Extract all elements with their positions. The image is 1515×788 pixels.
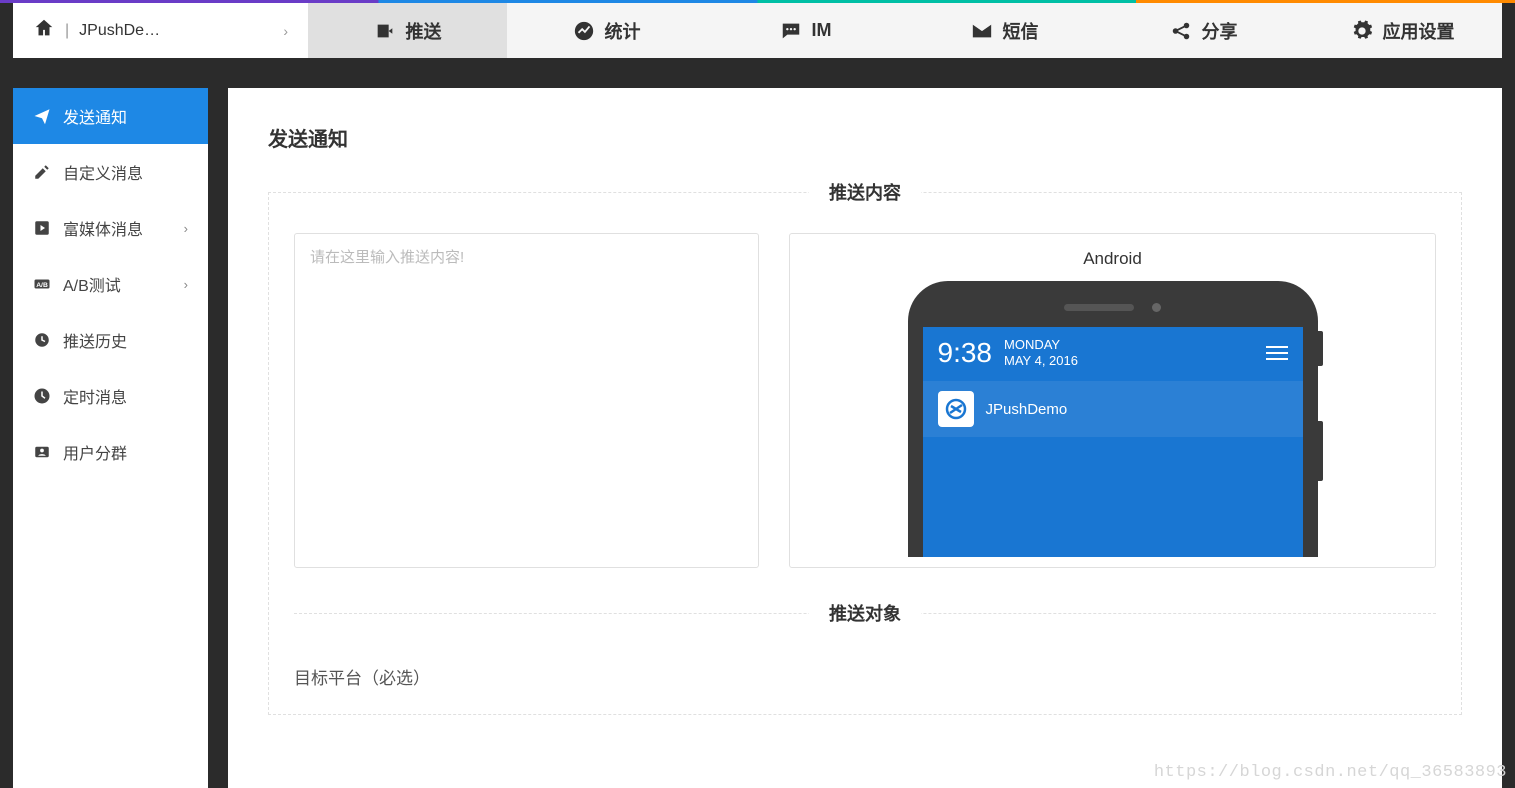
push-content-textarea[interactable] <box>294 233 759 568</box>
timer-icon <box>33 387 51 405</box>
sidebar-label: A/B测试 <box>63 272 121 296</box>
tab-share-label: 分享 <box>1202 18 1238 44</box>
phone-speaker <box>1064 304 1134 311</box>
share-icon <box>1170 20 1192 42</box>
tab-settings[interactable]: 应用设置 <box>1303 3 1502 58</box>
chevron-right-icon: › <box>283 23 288 39</box>
phone-button <box>1318 331 1323 366</box>
tab-share[interactable]: 分享 <box>1104 3 1303 58</box>
section-push-target: 推送对象 目标平台（必选） <box>294 613 1436 689</box>
status-day: MONDAY <box>1004 337 1078 353</box>
sidebar-label: 富媒体消息 <box>63 216 143 240</box>
edit-icon <box>33 163 51 181</box>
tab-push[interactable]: 推送 <box>308 3 507 58</box>
sidebar-label: 定时消息 <box>63 384 127 408</box>
play-icon <box>33 219 51 237</box>
status-time: 9:38 <box>938 337 993 369</box>
page-title: 发送通知 <box>268 123 1462 152</box>
chevron-right-icon: › <box>184 277 188 292</box>
sidebar-label: 用户分群 <box>63 440 127 464</box>
stats-icon <box>573 20 595 42</box>
im-icon <box>780 20 802 42</box>
sidebar: 发送通知 自定义消息 富媒体消息 › A/B A/B测试 › 推送历史 定时消息… <box>13 88 208 788</box>
top-tabs: 推送 统计 IM 短信 分享 应用设置 <box>308 3 1502 58</box>
tab-stats[interactable]: 统计 <box>507 3 706 58</box>
sidebar-item-custom-msg[interactable]: 自定义消息 <box>13 144 208 200</box>
sms-icon <box>971 20 993 42</box>
home-icon <box>33 17 55 44</box>
separator: | <box>65 22 69 40</box>
section-header-content: 推送内容 <box>809 179 921 205</box>
users-icon <box>33 443 51 461</box>
notification-app-icon <box>938 391 974 427</box>
sidebar-label: 推送历史 <box>63 328 127 352</box>
tab-sms[interactable]: 短信 <box>905 3 1104 58</box>
phone-mockup: 9:38 MONDAY MAY 4, 2016 <box>908 281 1318 557</box>
notification-title: JPushDemo <box>986 401 1068 418</box>
sidebar-label: 发送通知 <box>63 104 127 128</box>
phone-screen: 9:38 MONDAY MAY 4, 2016 <box>923 327 1303 557</box>
sidebar-item-push-history[interactable]: 推送历史 <box>13 312 208 368</box>
tab-sms-label: 短信 <box>1003 18 1039 44</box>
tab-im-label: IM <box>812 20 832 41</box>
sidebar-item-send-notice[interactable]: 发送通知 <box>13 88 208 144</box>
tab-stats-label: 统计 <box>605 18 641 44</box>
sidebar-item-user-segments[interactable]: 用户分群 <box>13 424 208 480</box>
push-icon <box>374 20 396 42</box>
sidebar-label: 自定义消息 <box>63 160 143 184</box>
tab-push-label: 推送 <box>406 18 442 44</box>
chevron-right-icon: › <box>184 221 188 236</box>
sidebar-item-ab-test[interactable]: A/B A/B测试 › <box>13 256 208 312</box>
main-content: 发送通知 推送内容 Android <box>228 88 1502 788</box>
gear-icon <box>1351 20 1373 42</box>
status-date: MONDAY MAY 4, 2016 <box>1004 337 1078 368</box>
phone-camera <box>1152 303 1161 312</box>
preview-box: Android 9:38 MONDAY <box>789 233 1436 568</box>
clock-icon <box>33 331 51 349</box>
section-header-target: 推送对象 <box>809 600 921 626</box>
breadcrumb-app-name: JPushDe… <box>79 22 160 40</box>
section-push-content: 推送内容 Android 9:38 <box>268 192 1462 715</box>
target-platform-label: 目标平台（必选） <box>294 664 1436 689</box>
top-nav: | JPushDe… › 推送 统计 IM 短信 分享 应用设置 <box>13 3 1502 58</box>
ab-icon: A/B <box>33 275 51 293</box>
notification-row: JPushDemo <box>923 381 1303 437</box>
sidebar-item-rich-media[interactable]: 富媒体消息 › <box>13 200 208 256</box>
phone-top <box>923 303 1303 312</box>
phone-button <box>1318 421 1323 481</box>
breadcrumb[interactable]: | JPushDe… › <box>13 3 308 58</box>
phone-status-bar: 9:38 MONDAY MAY 4, 2016 <box>923 327 1303 379</box>
preview-platform-label: Android <box>790 249 1435 269</box>
tab-im[interactable]: IM <box>706 3 905 58</box>
status-date-text: MAY 4, 2016 <box>1004 353 1078 369</box>
layout: 发送通知 自定义消息 富媒体消息 › A/B A/B测试 › 推送历史 定时消息… <box>13 88 1502 788</box>
send-icon <box>33 107 51 125</box>
svg-text:A/B: A/B <box>36 282 48 289</box>
tab-settings-label: 应用设置 <box>1383 18 1455 44</box>
sidebar-item-scheduled[interactable]: 定时消息 <box>13 368 208 424</box>
menu-icon <box>1266 346 1288 360</box>
